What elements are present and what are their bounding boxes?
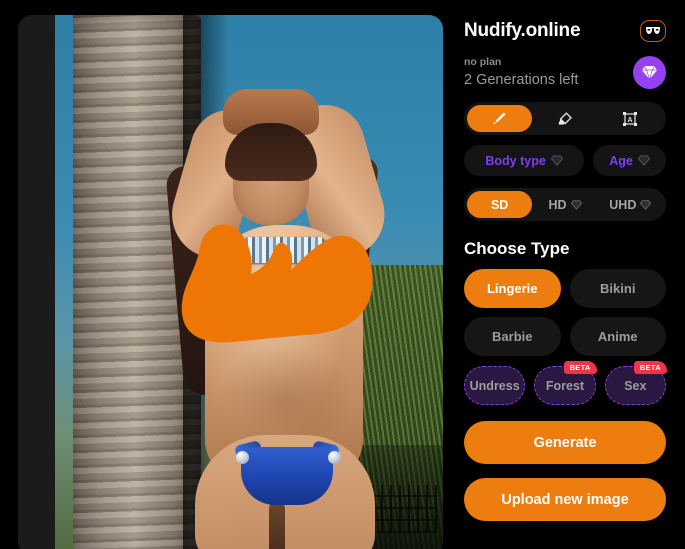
type-button-anime[interactable]: Anime xyxy=(569,317,666,356)
diamond-icon xyxy=(640,200,652,210)
bikini-jewel-right xyxy=(328,451,341,464)
beta-badge-sex: BETA xyxy=(633,361,667,374)
type-label-barbie: Barbie xyxy=(492,329,533,344)
body-type-label: Body type xyxy=(485,153,546,168)
quality-sd-label: SD xyxy=(490,197,509,212)
quality-uhd-button[interactable]: UHD xyxy=(598,191,663,218)
quality-hd-label: HD xyxy=(548,197,567,212)
diamond-icon xyxy=(637,155,650,166)
diamond-icon xyxy=(641,65,658,80)
auto-select-frame-icon: A xyxy=(623,111,638,126)
attribute-pill-row: Body type Age xyxy=(464,145,666,176)
body-type-button[interactable]: Body type xyxy=(464,145,585,176)
diamond-icon xyxy=(570,200,582,210)
type-button-lingerie[interactable]: Lingerie xyxy=(464,269,561,308)
eraser-tool-button[interactable] xyxy=(532,105,597,132)
svg-text:A: A xyxy=(628,117,633,124)
type-button-barbie[interactable]: Barbie xyxy=(464,317,561,356)
plan-row: no plan 2 Generations left xyxy=(464,55,666,90)
bra-icon-glyph xyxy=(646,27,660,34)
source-photo xyxy=(55,15,443,549)
brush-icon xyxy=(493,112,506,125)
image-canvas-stage[interactable] xyxy=(55,15,443,549)
generations-left-label: 2 Generations left xyxy=(464,72,579,88)
generate-label: Generate xyxy=(533,434,597,451)
eraser-icon xyxy=(558,111,572,125)
type-button-bikini[interactable]: Bikini xyxy=(569,269,666,308)
subject-necklace xyxy=(241,237,327,263)
type-label-lingerie: Lingerie xyxy=(486,281,538,296)
subject-leg-gap xyxy=(269,501,285,549)
page-title: Nudify.online xyxy=(464,20,581,41)
bikini-bottom xyxy=(241,447,333,505)
type-label-forest: Forest xyxy=(545,378,585,393)
generate-button[interactable]: Generate xyxy=(464,421,666,464)
quality-hd-button[interactable]: HD xyxy=(532,191,597,218)
type-button-undress[interactable]: Undress xyxy=(464,366,526,405)
auto-select-tool-button[interactable]: A xyxy=(598,105,663,132)
quality-segmented-control: SD HD UHD xyxy=(464,188,666,221)
type-label-anime: Anime xyxy=(597,329,638,344)
upload-new-image-button[interactable]: Upload new image xyxy=(464,478,666,521)
control-sidebar: Nudify.online no plan 2 Generations left xyxy=(455,0,685,549)
quality-sd-button[interactable]: SD xyxy=(467,191,533,218)
image-canvas-panel[interactable] xyxy=(18,15,443,549)
brush-tool-button[interactable] xyxy=(467,105,533,132)
diamond-icon xyxy=(550,155,563,166)
type-button-sex[interactable]: BETA Sex xyxy=(604,361,667,405)
type-label-sex: Sex xyxy=(624,378,647,393)
tool-segmented-control: A xyxy=(464,102,666,135)
quality-uhd-label: UHD xyxy=(609,197,637,212)
bra-icon[interactable] xyxy=(640,20,666,42)
sidebar-header: Nudify.online xyxy=(464,20,666,42)
upload-label: Upload new image xyxy=(501,491,629,508)
beta-type-row: Undress BETA Forest BETA Sex xyxy=(464,361,667,405)
type-grid: Lingerie Bikini Barbie Anime xyxy=(464,269,666,356)
choose-type-heading: Choose Type xyxy=(464,239,570,258)
plan-info: no plan 2 Generations left xyxy=(464,55,578,90)
plan-label: no plan xyxy=(464,56,502,68)
bikini-jewel-left xyxy=(236,451,249,464)
app-root: Nudify.online no plan 2 Generations left xyxy=(0,0,685,549)
premium-upgrade-button[interactable] xyxy=(633,56,666,89)
beta-badge-forest: BETA xyxy=(563,361,597,374)
type-label-undress: Undress xyxy=(469,378,520,393)
type-button-forest[interactable]: BETA Forest xyxy=(534,361,597,405)
age-button[interactable]: Age xyxy=(593,145,666,176)
type-label-bikini: Bikini xyxy=(600,281,636,296)
age-label: Age xyxy=(609,153,633,168)
